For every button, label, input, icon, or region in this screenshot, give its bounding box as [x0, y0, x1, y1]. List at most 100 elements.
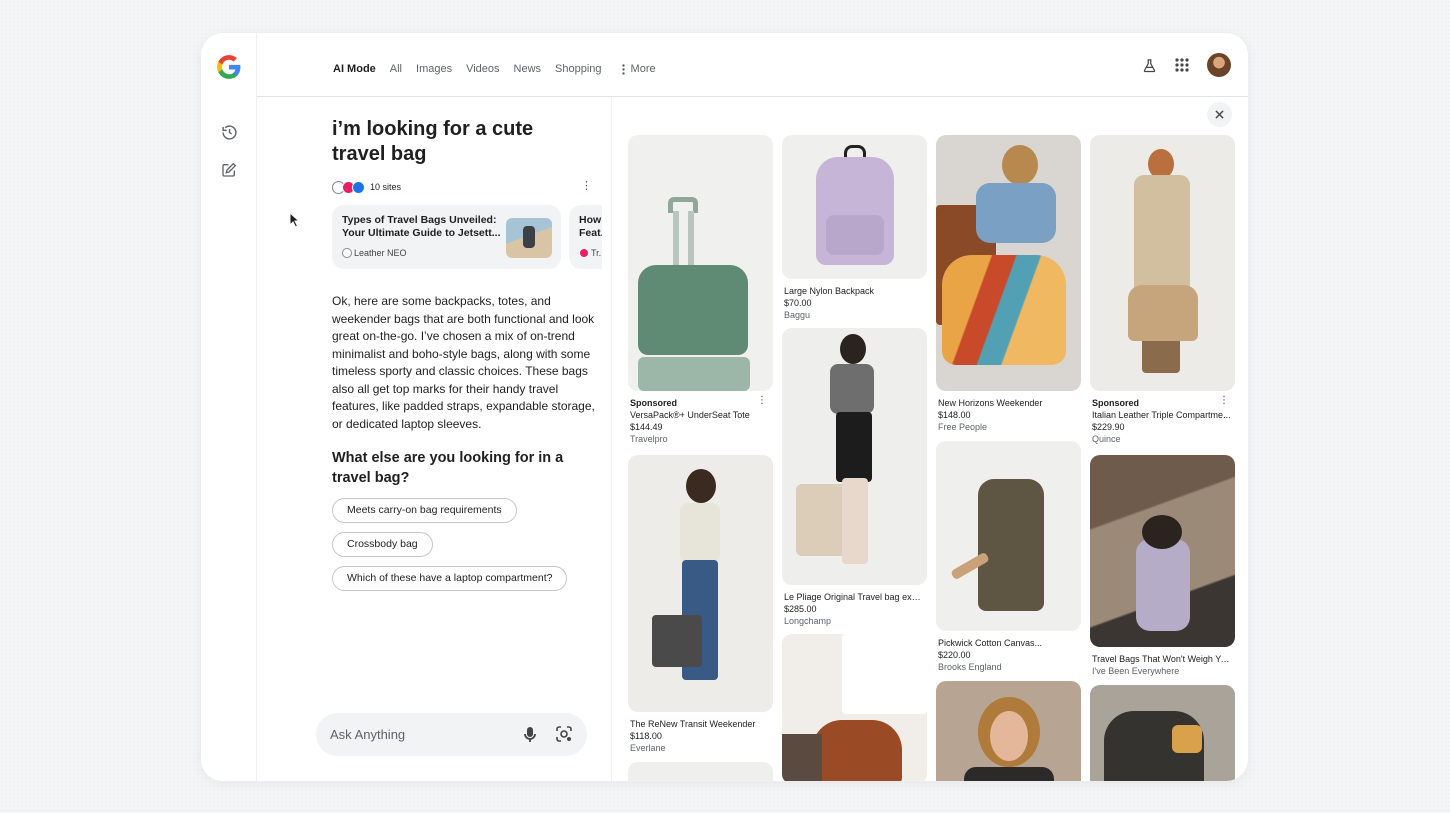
suggestion-chip-laptop[interactable]: Which of these have a laptop compartment… — [332, 566, 568, 591]
product-image — [1090, 135, 1235, 391]
product-name: Large Nylon Backpack — [784, 286, 875, 296]
followup-heading: What else are you looking for in a trave… — [332, 450, 564, 486]
product-name: The ReNew Transit Weekender — [630, 719, 756, 729]
product-image — [782, 328, 927, 585]
source-card[interactable]: How Feat... Tr... — [569, 205, 602, 269]
tab-more[interactable]: More — [621, 63, 656, 75]
source-site-name: Leather NEO — [354, 248, 407, 258]
avatar[interactable] — [1207, 53, 1231, 77]
history-icon — [221, 124, 237, 140]
history-button[interactable] — [219, 122, 239, 142]
product-price: $118.00 — [630, 731, 662, 741]
product-meta: Le Pliage Original Travel bag expa... $2… — [782, 585, 927, 627]
suggestion-chip-crossbody[interactable]: Crossbody bag — [332, 532, 433, 557]
product-image — [1090, 455, 1235, 647]
source-title: Types of Travel Bags Unveiled: Your Ulti… — [342, 214, 501, 239]
suggestion-chips: Meets carry-on bag requirements Crossbod… — [332, 498, 602, 591]
product-name: Travel Bags That Won't Weigh Yo... — [1092, 654, 1232, 664]
product-price: $148.00 — [938, 410, 971, 420]
tab-news[interactable]: News — [514, 63, 542, 75]
product-store: Quince — [1092, 434, 1121, 444]
product-card[interactable]: New Horizons Weekender $148.00 Free Peop… — [936, 135, 1081, 433]
kebab-icon[interactable]: ⋮ — [757, 395, 767, 407]
top-header: AI Mode All Images Videos News Shopping … — [257, 33, 1248, 97]
google-logo-icon[interactable] — [216, 54, 242, 80]
user-query: i’m looking for a cute travel bag — [332, 118, 534, 165]
close-button[interactable] — [1207, 102, 1232, 127]
product-price: $285.00 — [784, 604, 817, 614]
ai-answer: Ok, here are some backpacks, totes, and … — [332, 294, 595, 431]
site-favicon-icon — [352, 180, 365, 194]
tab-more-label: More — [630, 63, 656, 75]
product-card[interactable] — [936, 681, 1081, 781]
product-card[interactable]: Le Pliage Original Travel bag expa... $2… — [782, 328, 927, 627]
product-panel: Sponsored VersaPack®+ UnderSeat Tote $14… — [611, 97, 1248, 781]
tab-ai-mode[interactable]: AI Mode — [333, 63, 376, 75]
product-name: VersaPack®+ UnderSeat Tote — [630, 410, 750, 420]
product-name: Pickwick Cotton Canvas... — [938, 638, 1043, 648]
sponsored-label: Sponsored — [1092, 398, 1140, 408]
labs-flask-icon[interactable] — [1142, 58, 1157, 73]
source-card[interactable]: Types of Travel Bags Unveiled: Your Ulti… — [332, 205, 561, 269]
product-image — [782, 634, 927, 781]
search-tabs: AI Mode All Images Videos News Shopping … — [333, 63, 670, 75]
product-card[interactable]: Pickwick Cotton Canvas... $220.00 Brooks… — [936, 441, 1081, 673]
left-rail — [201, 33, 257, 781]
sponsored-label: Sponsored — [630, 398, 678, 408]
new-chat-icon — [222, 162, 237, 177]
site-favicon-icon — [579, 248, 589, 258]
product-image — [628, 135, 773, 391]
kebab-icon[interactable]: ⋮ — [581, 179, 592, 192]
product-meta: Sponsored Italian Leather Triple Compart… — [1090, 391, 1235, 445]
product-card[interactable] — [628, 762, 773, 781]
product-image — [936, 135, 1081, 391]
product-store: Everlane — [630, 743, 666, 753]
product-image — [936, 681, 1081, 781]
product-card[interactable]: The ReNew Transit Weekender $118.00 Ever… — [628, 455, 773, 754]
lens-camera-icon[interactable] — [556, 726, 572, 742]
suggestion-chip-carry-on[interactable]: Meets carry-on bag requirements — [332, 498, 517, 523]
ask-bar[interactable]: Ask Anything — [316, 713, 587, 756]
source-title: How Feat... — [579, 214, 602, 239]
tab-shopping[interactable]: Shopping — [555, 63, 602, 75]
product-image — [1090, 685, 1235, 781]
new-chat-button[interactable] — [219, 160, 239, 180]
product-card[interactable]: Sponsored VersaPack®+ UnderSeat Tote $14… — [628, 135, 773, 445]
ask-input[interactable]: Ask Anything — [330, 727, 405, 742]
product-card[interactable]: Sponsored Italian Leather Triple Compart… — [1090, 135, 1235, 445]
mic-icon[interactable] — [524, 726, 536, 743]
product-name: New Horizons Weekender — [938, 398, 1043, 408]
sites-count: 10 sites — [370, 182, 402, 192]
cursor-icon — [289, 212, 300, 228]
product-meta: New Horizons Weekender $148.00 Free Peop… — [936, 391, 1081, 433]
product-meta: Large Nylon Backpack $70.00 Baggu — [782, 279, 927, 321]
product-store: Baggu — [784, 310, 811, 320]
apps-grid-icon[interactable] — [1175, 58, 1189, 72]
product-card[interactable] — [782, 634, 927, 781]
tab-all[interactable]: All — [390, 63, 402, 75]
source-site: Tr... — [579, 248, 602, 258]
product-name: Italian Leather Triple Compartme... — [1092, 410, 1231, 420]
source-site-name: Tr... — [591, 248, 602, 258]
conversation-panel: i’m looking for a cute travel bag 10 sit… — [332, 117, 602, 591]
product-image — [936, 441, 1081, 631]
product-price: $144.49 — [630, 422, 663, 432]
site-favicon-icon — [342, 248, 352, 258]
product-store: I've Been Everywhere — [1092, 666, 1180, 676]
kebab-icon[interactable]: ⋮ — [1219, 395, 1229, 407]
close-icon — [1215, 110, 1224, 119]
product-card[interactable]: Travel Bags That Won't Weigh Yo... I've … — [1090, 455, 1235, 677]
tab-images[interactable]: Images — [416, 63, 452, 75]
product-image — [628, 455, 773, 712]
product-meta: Travel Bags That Won't Weigh Yo... I've … — [1090, 647, 1235, 677]
app-window: AI Mode All Images Videos News Shopping … — [201, 33, 1248, 781]
product-meta: The ReNew Transit Weekender $118.00 Ever… — [628, 712, 773, 754]
source-thumbnail — [506, 218, 552, 258]
sites-row[interactable]: 10 sites ⋮ — [332, 179, 602, 195]
tab-videos[interactable]: Videos — [466, 63, 499, 75]
product-card[interactable] — [1090, 685, 1235, 781]
product-card[interactable]: Large Nylon Backpack $70.00 Baggu — [782, 135, 927, 321]
source-cards: Types of Travel Bags Unveiled: Your Ulti… — [332, 205, 602, 269]
product-meta: Sponsored VersaPack®+ UnderSeat Tote $14… — [628, 391, 773, 445]
product-name: Le Pliage Original Travel bag expa... — [784, 592, 924, 602]
